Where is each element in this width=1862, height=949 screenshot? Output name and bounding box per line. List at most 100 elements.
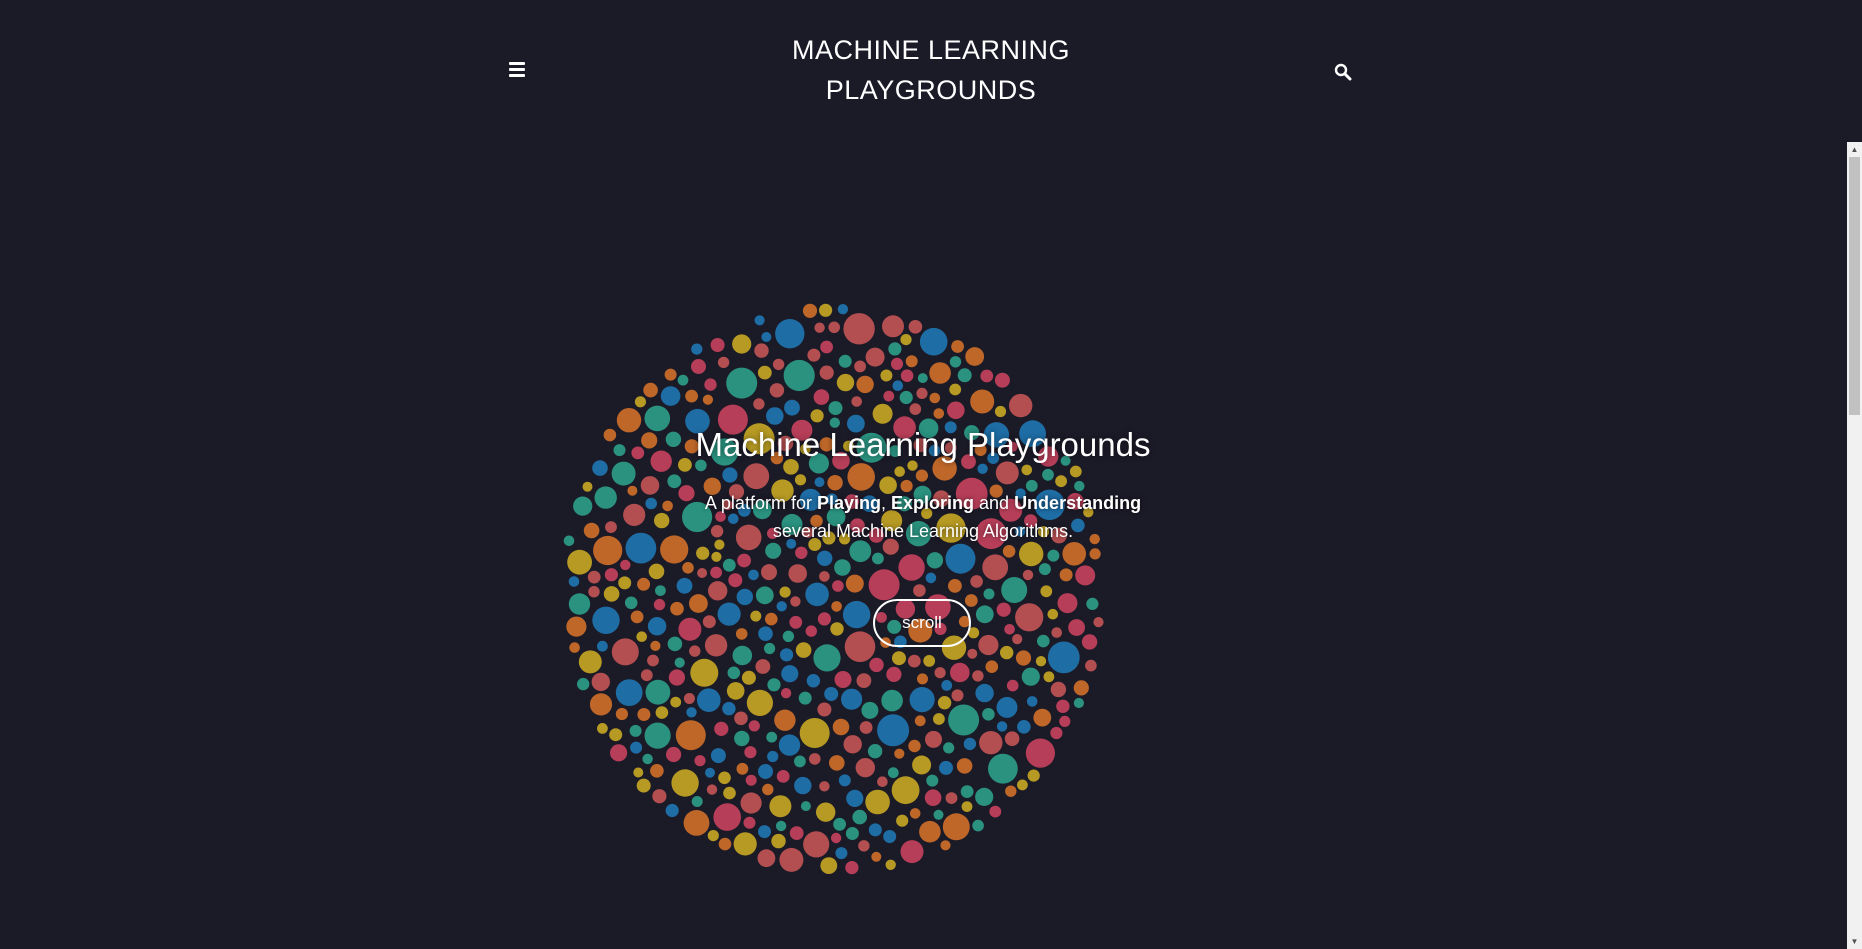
bubble <box>618 576 632 590</box>
bubble <box>956 758 973 774</box>
bubble <box>926 552 944 569</box>
bubble <box>767 750 779 763</box>
bubble <box>690 658 719 687</box>
page-scrollbar[interactable]: ▲ ▼ <box>1847 142 1862 949</box>
bubble <box>666 746 682 763</box>
bubble <box>603 428 617 442</box>
bubble <box>900 334 912 346</box>
bubble <box>891 776 920 805</box>
bubble <box>856 375 874 394</box>
bubble-cluster-graphic <box>563 303 1104 875</box>
bubble <box>877 714 910 747</box>
bubble <box>917 373 928 384</box>
bubble <box>972 670 984 682</box>
bubble <box>740 792 762 814</box>
bubble <box>567 549 592 575</box>
hero-title: Machine Learning Playgrounds <box>695 426 1151 463</box>
bubble <box>1001 577 1028 603</box>
bubble <box>577 677 590 691</box>
bubble <box>794 776 812 795</box>
subtitle-playing: Playing <box>816 493 881 513</box>
bubble <box>1073 697 1084 709</box>
bubble <box>1026 696 1038 707</box>
bubble <box>784 399 800 416</box>
bubble <box>691 343 703 355</box>
bubble <box>982 554 1009 581</box>
bubble <box>908 320 923 334</box>
bubble <box>717 602 741 626</box>
bubble <box>923 655 936 667</box>
bubble <box>728 573 743 588</box>
bubble <box>816 802 836 822</box>
bubble <box>637 708 651 721</box>
bubble <box>795 642 812 658</box>
bubble <box>714 721 729 737</box>
bubble <box>769 383 785 398</box>
bubble <box>951 689 964 702</box>
bubble <box>754 343 769 358</box>
bubble <box>652 789 667 804</box>
bubble <box>829 755 845 771</box>
bubble <box>916 387 928 399</box>
bubble <box>583 522 600 539</box>
bubble <box>915 469 929 482</box>
bubble <box>819 365 834 380</box>
bubble <box>843 735 862 754</box>
bubble <box>594 486 617 509</box>
bubble <box>706 784 718 795</box>
bubble <box>951 340 964 353</box>
bubble <box>705 767 715 778</box>
bubble <box>892 380 904 392</box>
bubble <box>1042 468 1054 481</box>
bubble <box>960 785 974 798</box>
bubble <box>1059 715 1071 728</box>
bubble <box>933 408 945 419</box>
bubble <box>604 568 619 582</box>
bubble <box>982 708 995 721</box>
bubble <box>670 601 684 616</box>
bubble <box>748 720 760 732</box>
bubble <box>926 774 939 787</box>
bubble <box>597 723 608 734</box>
bubble <box>1000 645 1014 660</box>
bubble <box>869 657 884 673</box>
bubble <box>813 389 830 405</box>
bubble <box>899 390 913 405</box>
bubble <box>775 319 805 349</box>
bubble <box>802 303 818 318</box>
scroll-down-arrow-icon[interactable]: ▼ <box>1847 934 1862 949</box>
bubble <box>914 715 926 727</box>
bubble <box>764 642 776 655</box>
bubble <box>858 840 870 852</box>
bubble <box>859 721 873 734</box>
bubble <box>743 816 756 829</box>
bubble <box>832 580 844 592</box>
bubble <box>733 832 757 856</box>
bubble <box>885 859 896 870</box>
bubble <box>766 731 778 743</box>
bubble <box>909 808 921 819</box>
bubble <box>697 568 708 578</box>
bubble <box>894 748 905 759</box>
bubble <box>1015 650 1032 666</box>
bubble <box>734 730 750 747</box>
scroll-button[interactable]: scroll <box>873 599 971 647</box>
bubble <box>805 625 817 637</box>
bubble <box>563 535 575 547</box>
bubble <box>820 340 833 354</box>
bubble <box>707 830 719 842</box>
bubble <box>776 601 787 612</box>
bubble <box>1022 569 1034 581</box>
bubble <box>689 594 708 613</box>
scrollbar-thumb[interactable] <box>1849 157 1860 415</box>
bubble <box>758 626 773 641</box>
bubble <box>593 535 623 566</box>
bubble <box>736 762 749 775</box>
bubble <box>744 746 757 759</box>
bubble <box>868 823 882 837</box>
bubble <box>800 801 811 812</box>
bubble <box>640 669 653 682</box>
bubble <box>1043 671 1055 683</box>
scroll-up-arrow-icon[interactable]: ▲ <box>1847 142 1862 157</box>
bubble <box>871 851 882 862</box>
